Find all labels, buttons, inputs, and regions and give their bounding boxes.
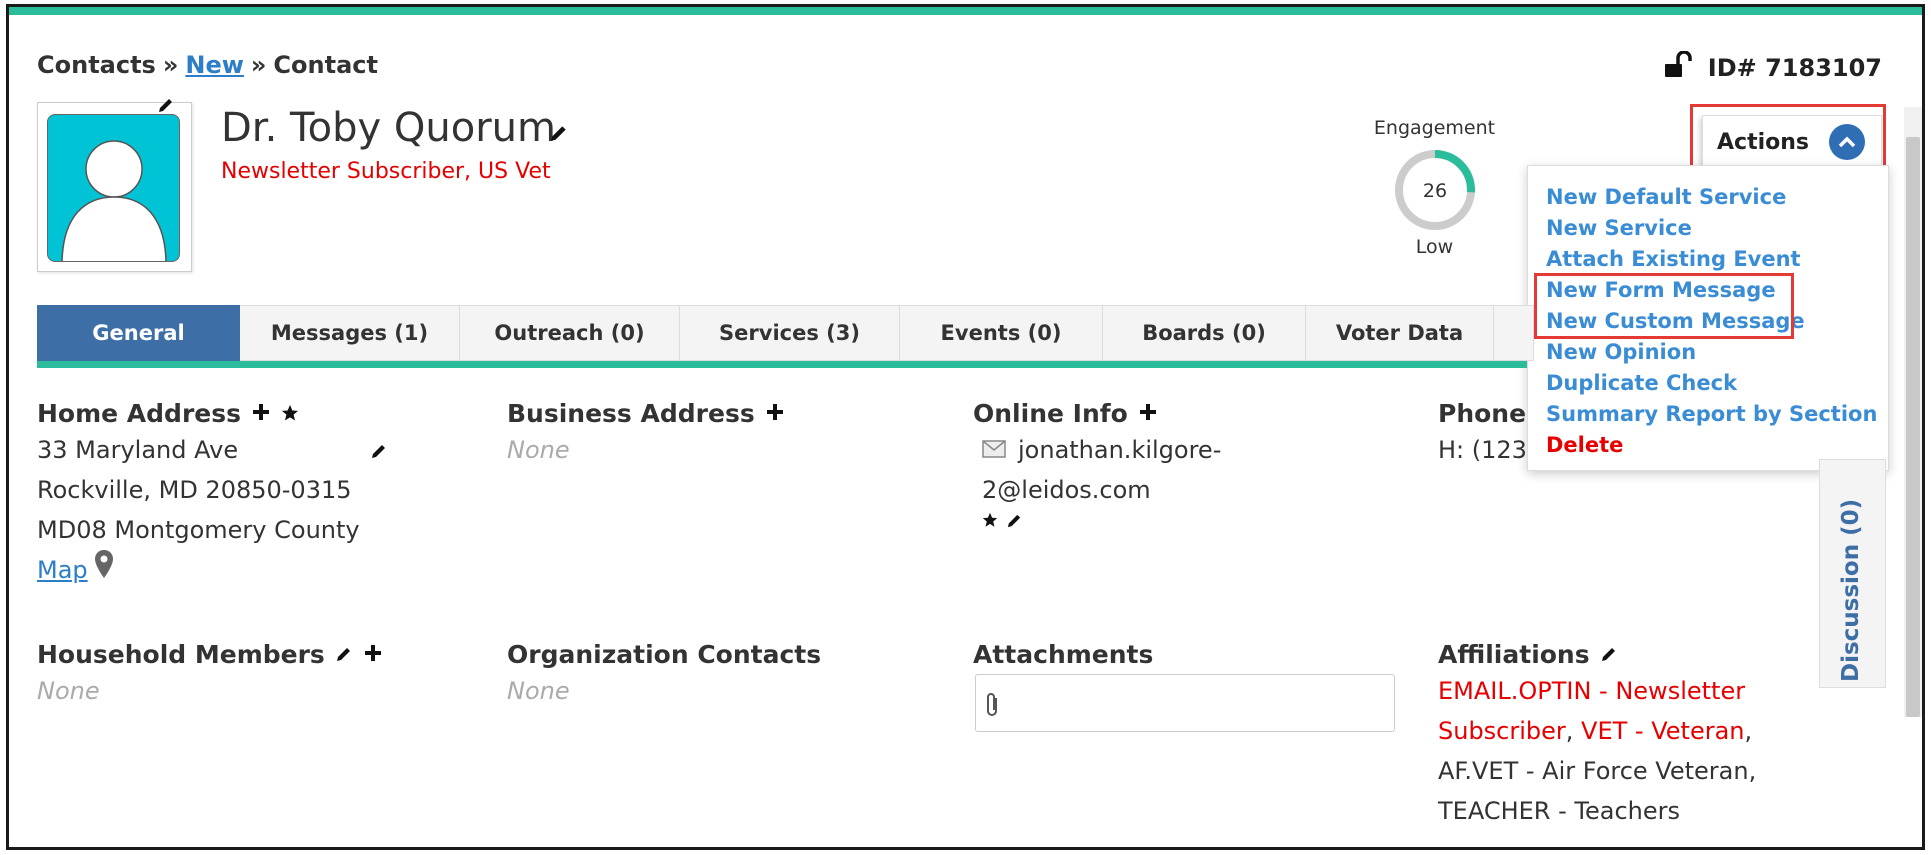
breadcrumb-current: Contact bbox=[273, 51, 378, 79]
avatar-card bbox=[37, 102, 192, 272]
tab-events[interactable]: Events (0) bbox=[900, 305, 1103, 361]
email-edit-pencil-icon[interactable] bbox=[1006, 512, 1023, 533]
home-address-line-2: Rockville, MD 20850-0315 bbox=[37, 476, 352, 504]
menu-highlight-box bbox=[1534, 273, 1794, 339]
breadcrumb-separator: » bbox=[250, 51, 267, 79]
name-edit-pencil-icon[interactable] bbox=[549, 123, 569, 147]
breadcrumb-separator: » bbox=[162, 51, 179, 79]
business-address-title: Business Address bbox=[507, 398, 755, 428]
home-address-title: Home Address bbox=[37, 398, 241, 428]
tab-outreach[interactable]: Outreach (0) bbox=[460, 305, 680, 361]
tab-services[interactable]: Services (3) bbox=[680, 305, 900, 361]
menu-item-summary-report[interactable]: Summary Report by Section bbox=[1546, 399, 1888, 430]
org-contacts-title: Organization Contacts bbox=[507, 639, 822, 669]
paperclip-icon bbox=[984, 691, 1002, 723]
breadcrumb-contacts[interactable]: Contacts bbox=[37, 51, 156, 79]
email-line-1[interactable]: jonathan.kilgore- bbox=[1018, 430, 1221, 470]
affiliation-subscriber[interactable]: Subscriber bbox=[1438, 717, 1566, 745]
menu-item-delete[interactable]: Delete bbox=[1546, 430, 1888, 461]
affiliations-section: Affiliations EMAIL.OPTIN - Newsletter Su… bbox=[1438, 637, 1798, 831]
breadcrumb: Contacts» New» Contact bbox=[37, 51, 378, 79]
household-section: Household Members None bbox=[37, 637, 477, 711]
record-id: ID# 7183107 bbox=[1707, 54, 1882, 82]
attachment-dropzone[interactable] bbox=[975, 674, 1395, 732]
household-value: None bbox=[37, 677, 100, 705]
business-address-value: None bbox=[507, 436, 570, 464]
breadcrumb-new-link[interactable]: New bbox=[185, 51, 244, 79]
home-address-line-3: MD08 Montgomery County bbox=[37, 516, 360, 544]
discussion-side-tab[interactable]: Discussion (0) bbox=[1819, 459, 1886, 688]
home-address-section: Home Address 33 Maryland Ave Rockville, … bbox=[37, 396, 477, 590]
tab-messages[interactable]: Messages (1) bbox=[240, 305, 460, 361]
tab-general[interactable]: General bbox=[37, 305, 240, 361]
actions-highlight-box bbox=[1690, 104, 1886, 172]
engagement-donut: 26 bbox=[1395, 150, 1475, 230]
affiliation-comma: , bbox=[1744, 717, 1753, 745]
record-id-area: ID# 7183107 bbox=[1664, 50, 1882, 85]
business-address-section: Business Address None bbox=[507, 396, 947, 470]
plus-icon[interactable] bbox=[363, 640, 383, 669]
online-info-section: Online Info jonathan.kilgore- 2@leidos.c… bbox=[973, 396, 1393, 533]
menu-item-new-default-service[interactable]: New Default Service bbox=[1546, 182, 1888, 213]
avatar[interactable] bbox=[47, 114, 180, 262]
online-info-title: Online Info bbox=[973, 398, 1128, 428]
menu-item-new-service[interactable]: New Service bbox=[1546, 213, 1888, 244]
star-icon[interactable] bbox=[281, 399, 299, 428]
affiliation-vet[interactable]: VET - Veteran bbox=[1581, 717, 1744, 745]
contact-subtitle: Newsletter Subscriber, US Vet bbox=[221, 159, 551, 184]
map-pin-icon[interactable] bbox=[94, 549, 114, 591]
avatar-edit-pencil-icon[interactable] bbox=[157, 96, 175, 118]
tab-underline bbox=[37, 361, 1527, 368]
engagement-level: Low bbox=[1415, 236, 1454, 258]
envelope-icon bbox=[982, 430, 1006, 470]
org-contacts-value: None bbox=[507, 677, 570, 705]
plus-icon[interactable] bbox=[1138, 399, 1158, 428]
discussion-label: Discussion (0) bbox=[1838, 498, 1864, 682]
engagement-score: 26 bbox=[1423, 180, 1447, 202]
household-title: Household Members bbox=[37, 639, 325, 669]
contact-page: Contacts» New» Contact ID# 7183107 Dr. Tob… bbox=[6, 4, 1925, 850]
affiliations-title: Affiliations bbox=[1438, 639, 1590, 669]
menu-item-attach-existing-event[interactable]: Attach Existing Event bbox=[1546, 244, 1888, 275]
affiliation-line-4: TEACHER - Teachers bbox=[1438, 797, 1680, 825]
affiliation-line-3: AF.VET - Air Force Veteran, bbox=[1438, 757, 1757, 785]
tab-boards[interactable]: Boards (0) bbox=[1103, 305, 1306, 361]
phone-value[interactable]: H: (123 bbox=[1438, 430, 1528, 470]
top-accent-bar bbox=[9, 7, 1922, 15]
plus-icon[interactable] bbox=[251, 399, 271, 428]
contact-name: Dr. Toby Quorum bbox=[221, 105, 556, 151]
plus-icon[interactable] bbox=[765, 399, 785, 428]
home-address-edit-pencil-icon[interactable] bbox=[370, 432, 388, 472]
household-edit-pencil-icon[interactable] bbox=[335, 640, 353, 669]
menu-item-new-opinion[interactable]: New Opinion bbox=[1546, 337, 1888, 368]
attachments-section: Attachments bbox=[973, 637, 1393, 671]
tab-voter-data[interactable]: Voter Data bbox=[1306, 305, 1494, 361]
home-address-line-1: 33 Maryland Ave bbox=[37, 436, 239, 464]
phone-section: Phone H: (123 bbox=[1438, 396, 1528, 470]
affiliation-sep: , bbox=[1565, 717, 1582, 745]
unlock-icon[interactable] bbox=[1664, 50, 1694, 85]
affiliation-line-1[interactable]: EMAIL.OPTIN - Newsletter bbox=[1438, 671, 1798, 711]
map-link[interactable]: Map bbox=[37, 550, 88, 590]
affiliations-edit-pencil-icon[interactable] bbox=[1600, 640, 1618, 669]
org-contacts-section: Organization Contacts None bbox=[507, 637, 947, 711]
scrollbar-thumb[interactable] bbox=[1906, 137, 1920, 717]
email-line-2[interactable]: 2@leidos.com bbox=[973, 470, 1393, 510]
star-icon[interactable] bbox=[982, 512, 998, 533]
engagement-label: Engagement bbox=[1373, 117, 1496, 139]
tab-bar: General Messages (1) Outreach (0) Servic… bbox=[37, 305, 1534, 361]
menu-item-duplicate-check[interactable]: Duplicate Check bbox=[1546, 368, 1888, 399]
phone-title: Phone bbox=[1438, 398, 1527, 428]
attachments-title: Attachments bbox=[973, 639, 1154, 669]
tab-overflow bbox=[1494, 305, 1534, 361]
